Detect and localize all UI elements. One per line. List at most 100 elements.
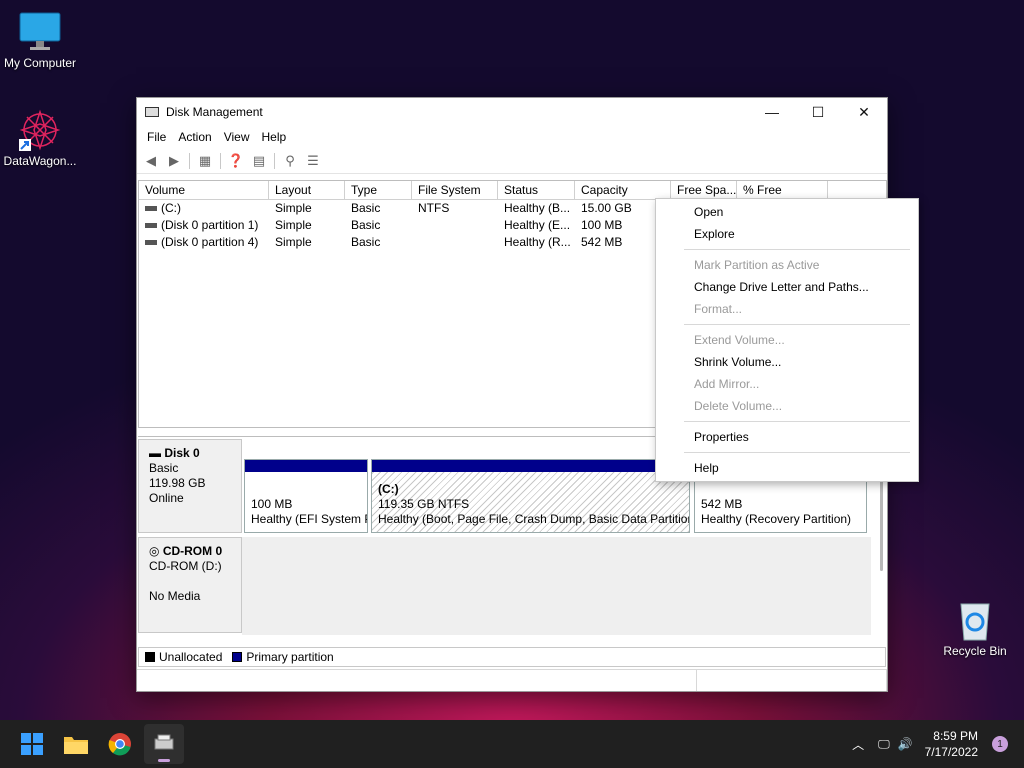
menu-help[interactable]: Help	[256, 130, 293, 144]
recycle-bin-icon	[953, 598, 997, 642]
taskbar-chrome[interactable]	[100, 724, 140, 764]
cdrom-unallocated-area[interactable]	[242, 537, 871, 635]
drive-icon	[145, 240, 157, 246]
taskbar-file-explorer[interactable]	[56, 724, 96, 764]
window-title: Disk Management	[166, 105, 263, 119]
disk-management-icon	[154, 734, 174, 750]
menu-item-delete-volume: Delete Volume...	[694, 399, 783, 413]
cell-status: Healthy (R...	[504, 235, 571, 249]
menu-item-mark-active: Mark Partition as Active	[694, 258, 820, 272]
partition-status: Healthy (Recovery Partition)	[701, 512, 852, 526]
cdrom-name: CD-ROM 0	[162, 544, 223, 558]
column-header-layout[interactable]: Layout	[269, 181, 345, 199]
list-view-icon[interactable]: ☰	[303, 151, 323, 171]
disk-name: Disk 0	[164, 446, 200, 460]
context-menu: Open Explore Mark Partition as Active Ch…	[655, 198, 919, 482]
menu-separator	[684, 421, 910, 422]
cell-volume: (C:)	[161, 201, 181, 215]
disk-icon: ▬	[149, 446, 165, 460]
legend-primary: Primary partition	[246, 650, 334, 664]
partition-label: (C:)	[378, 482, 399, 496]
status-bar	[137, 669, 887, 691]
cell-file-system	[412, 234, 498, 251]
primary-partition-swatch	[232, 652, 243, 662]
chrome-icon	[108, 733, 131, 756]
primary-partition-bar	[245, 460, 367, 472]
legend: Unallocated Primary partition	[138, 647, 886, 667]
start-button[interactable]	[12, 724, 52, 764]
volume-icon[interactable]: 🔊	[898, 737, 913, 751]
menu-bar: File Action View Help	[137, 126, 887, 148]
cell-volume: (Disk 0 partition 1)	[161, 218, 259, 232]
column-header-percent-free[interactable]: % Free	[737, 181, 828, 199]
desktop-icon-my-computer[interactable]: My Computer	[0, 10, 80, 70]
cell-layout: Simple	[275, 201, 312, 215]
windows-logo-icon	[21, 733, 43, 755]
toolbar-separator	[274, 152, 275, 169]
show-hide-console-icon[interactable]: ▦	[195, 151, 215, 171]
help-icon[interactable]: ❓	[226, 151, 246, 171]
menu-item-open[interactable]: Open	[656, 201, 918, 223]
partition-efi[interactable]: 100 MB Healthy (EFI System P	[244, 459, 368, 533]
menu-item-add-mirror: Add Mirror...	[694, 377, 760, 391]
partition-size: 119.35 GB NTFS	[378, 497, 470, 511]
menu-separator	[684, 249, 910, 250]
menu-item-properties[interactable]: Properties	[656, 426, 918, 448]
partition-status: Healthy (Boot, Page File, Crash Dump, Ba…	[378, 512, 690, 526]
disk-0-label[interactable]: ▬ Disk 0 Basic 119.98 GB Online	[138, 439, 242, 533]
chevron-up-icon[interactable]: ︿	[852, 736, 864, 753]
network-icon[interactable]: 🖵	[878, 737, 890, 752]
disk-management-icon	[145, 107, 159, 117]
unallocated-swatch	[145, 652, 155, 662]
cell-layout: Simple	[275, 218, 312, 232]
menu-item-shrink-volume[interactable]: Shrink Volume...	[656, 351, 918, 373]
connect-icon[interactable]: ⚲	[280, 151, 300, 171]
desktop-icon-label: Recycle Bin	[943, 644, 1007, 658]
clock[interactable]: 8:59 PM 7/17/2022	[925, 728, 978, 760]
column-header-file-system[interactable]: File System	[412, 181, 498, 199]
toolbar-separator	[220, 152, 221, 169]
status-pane	[137, 670, 697, 691]
forward-arrow-icon[interactable]: ▶	[164, 151, 184, 171]
menu-item-explore[interactable]: Explore	[656, 223, 918, 245]
column-header-volume[interactable]: Volume	[139, 181, 269, 199]
menu-action[interactable]: Action	[172, 130, 217, 144]
cell-status: Healthy (B...	[504, 201, 571, 215]
notification-badge[interactable]: 1	[992, 736, 1008, 752]
properties-icon[interactable]: ▤	[249, 151, 269, 171]
column-header-type[interactable]: Type	[345, 181, 412, 199]
cell-status: Healthy (E...	[504, 218, 571, 232]
drive-icon	[145, 223, 157, 229]
desktop-icon-datawagon[interactable]: DataWagon...	[0, 108, 80, 168]
cell-type: Basic	[351, 235, 381, 249]
menu-item-extend-volume: Extend Volume...	[694, 333, 785, 347]
desktop-icon-recycle-bin[interactable]: Recycle Bin	[935, 598, 1015, 658]
disk-size: 119.98 GB	[149, 476, 206, 490]
menu-separator	[684, 452, 910, 453]
title-bar[interactable]: Disk Management — ☐ ✕	[137, 98, 887, 126]
column-header-capacity[interactable]: Capacity	[575, 181, 671, 199]
active-app-indicator	[158, 759, 170, 762]
menu-file[interactable]: File	[141, 130, 172, 144]
cdrom-0-label[interactable]: ◎ CD-ROM 0 CD-ROM (D:) No Media	[138, 537, 242, 633]
taskbar-disk-management[interactable]	[144, 724, 184, 764]
back-arrow-icon[interactable]: ◀	[141, 151, 161, 171]
maximize-button[interactable]: ☐	[795, 98, 841, 126]
partition-c[interactable]: (C:) 119.35 GB NTFS Healthy (Boot, Page …	[371, 459, 690, 533]
column-header-status[interactable]: Status	[498, 181, 575, 199]
cdrom-drive: CD-ROM (D:)	[149, 559, 222, 573]
menu-item-change-drive-letter[interactable]: Change Drive Letter and Paths...	[656, 276, 918, 298]
cell-type: Basic	[351, 201, 381, 215]
cell-layout: Simple	[275, 235, 312, 249]
folder-icon	[64, 737, 88, 754]
disk-status: Online	[149, 491, 184, 505]
cell-file-system: NTFS	[418, 201, 450, 215]
menu-view[interactable]: View	[218, 130, 256, 144]
cell-type: Basic	[351, 218, 381, 232]
menu-item-help[interactable]: Help	[656, 457, 918, 479]
disk-type: Basic	[149, 461, 179, 475]
clock-time: 8:59 PM	[933, 729, 978, 743]
column-header-free-space[interactable]: Free Spa...	[671, 181, 737, 199]
close-button[interactable]: ✕	[841, 98, 887, 126]
minimize-button[interactable]: —	[749, 98, 795, 126]
